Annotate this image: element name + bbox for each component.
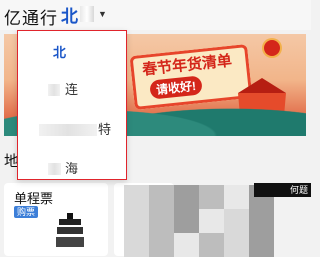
- corner-label: 何题: [254, 183, 311, 197]
- city-option-label: 北: [53, 45, 67, 60]
- city-option-hohhot[interactable]: 特: [18, 119, 126, 141]
- obscured-text: [48, 84, 60, 96]
- city-option-label: 连: [65, 82, 79, 97]
- temple-of-heaven-icon: [56, 211, 84, 249]
- city-option-label: 海: [65, 161, 79, 176]
- city-option-beijing[interactable]: 北: [18, 42, 126, 64]
- card-badge: 购票: [14, 206, 39, 218]
- city-selector[interactable]: 北 ▼: [61, 3, 107, 26]
- city-option-shanghai[interactable]: 海: [18, 158, 126, 180]
- pixelated-region: [124, 185, 274, 257]
- app-title: 亿通行: [4, 9, 58, 28]
- single-ticket-card[interactable]: 单程票 购票: [4, 183, 108, 256]
- top-bar: 亿通行 北 ▼: [0, 0, 311, 30]
- city-option-label: 特: [98, 122, 112, 137]
- lantern-icon: [264, 40, 280, 56]
- obscured-text: [80, 6, 94, 22]
- caret-down-icon: ▼: [98, 9, 107, 19]
- city-dropdown: 北 连 特 海: [17, 30, 127, 180]
- obscured-text: [39, 124, 97, 136]
- selected-city-label: 北: [61, 6, 78, 26]
- city-option-dalian[interactable]: 连: [18, 79, 126, 101]
- obscured-text: [48, 163, 61, 175]
- card-title: 单程票: [14, 191, 54, 206]
